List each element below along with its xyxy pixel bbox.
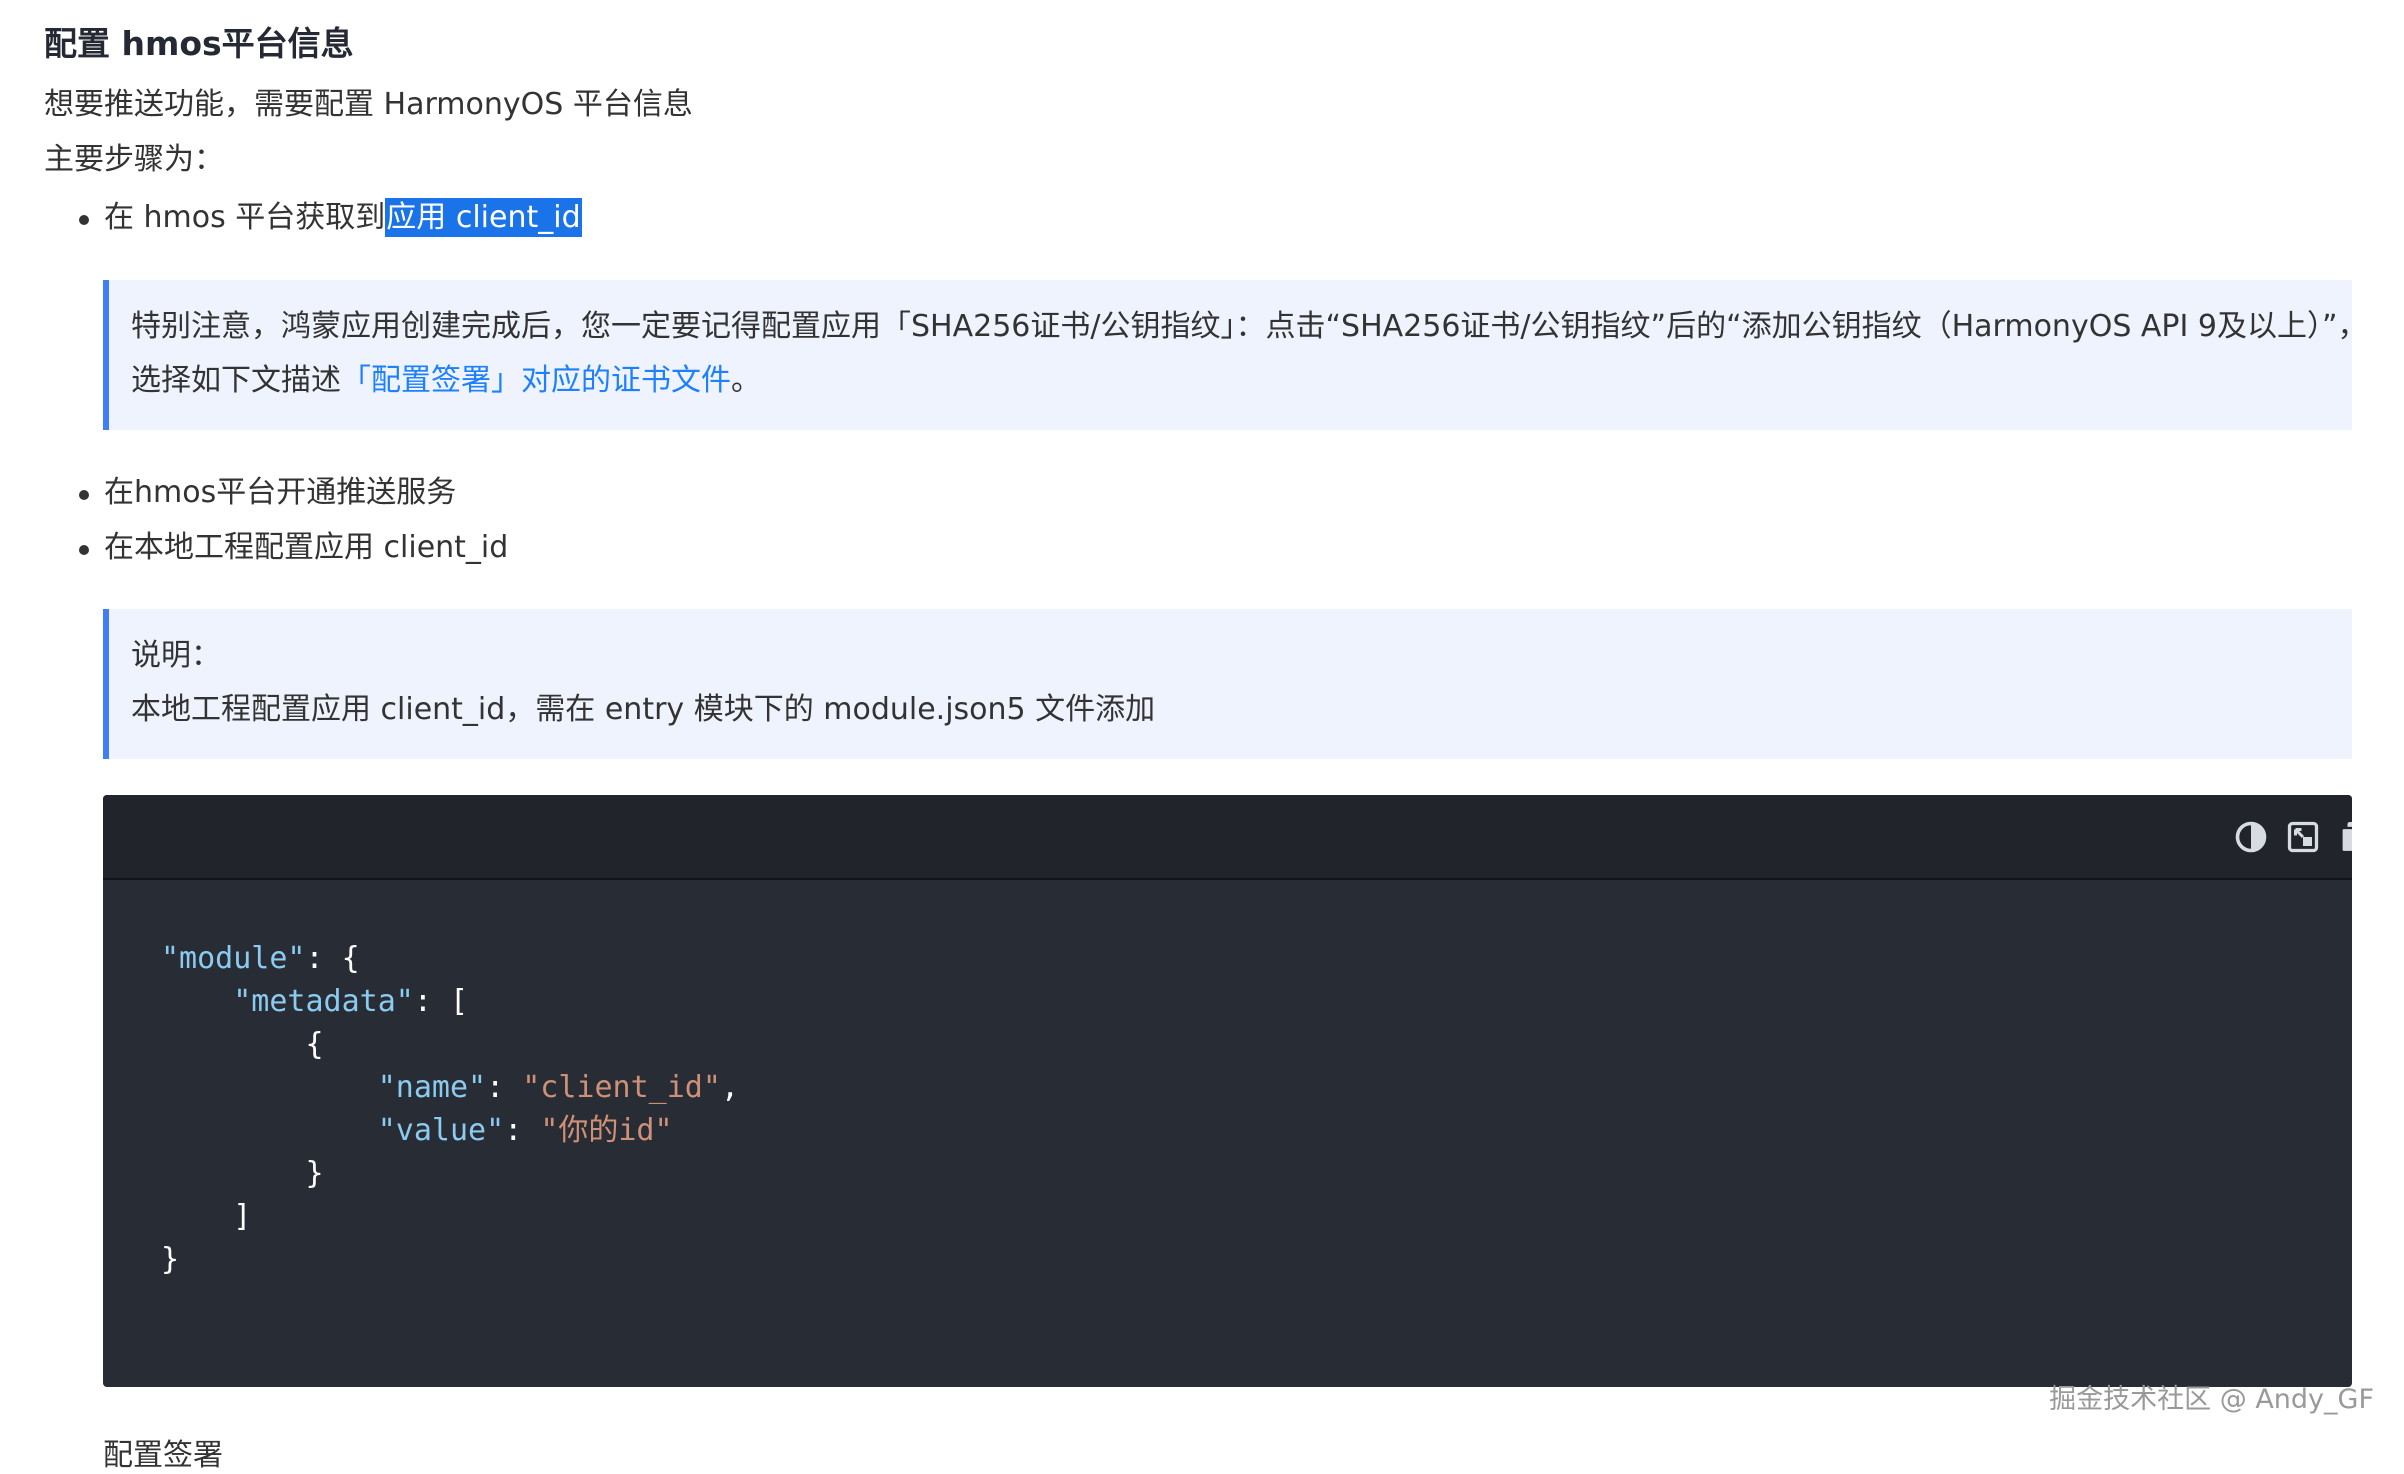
bullet-dot bbox=[79, 545, 89, 555]
info-title: 说明： bbox=[131, 638, 221, 673]
list-item-3: 在本地工程配置应用 client_id bbox=[104, 530, 509, 565]
code-line: } bbox=[305, 1156, 324, 1191]
theme-toggle-icon[interactable] bbox=[2233, 819, 2269, 855]
code-line: "module": { bbox=[161, 941, 360, 976]
bullet-dot bbox=[79, 490, 89, 500]
article-page: 配置 hmos平台信息 想要推送功能，需要配置 HarmonyOS 平台信息 主… bbox=[0, 0, 2404, 1473]
note-line-2-suffix: 。 bbox=[731, 363, 761, 398]
sign-config-link[interactable]: 「配置签署」对应的证书文件 bbox=[341, 363, 731, 398]
code-line: } bbox=[161, 1242, 180, 1277]
next-heading-partial: 配置签署 bbox=[103, 1438, 223, 1473]
copy-icon[interactable] bbox=[2337, 819, 2352, 855]
code-line: "metadata": [ bbox=[233, 984, 469, 1019]
code-line: ] bbox=[233, 1199, 252, 1234]
info-text: 本地工程配置应用 client_id，需在 entry 模块下的 module.… bbox=[131, 692, 1156, 727]
steps-label: 主要步骤为： bbox=[44, 142, 224, 177]
code-line: "value": "你的id" bbox=[377, 1113, 673, 1148]
list-item-1: 在 hmos 平台获取到应用 client_id bbox=[104, 196, 582, 240]
code-line: { bbox=[305, 1027, 324, 1062]
note-line-2-prefix: 选择如下文描述 bbox=[131, 363, 341, 398]
code-line: "name": "client_id", bbox=[377, 1070, 739, 1105]
selected-text[interactable]: 应用 client_id bbox=[385, 198, 582, 237]
section-heading: 配置 hmos平台信息 bbox=[44, 24, 354, 63]
watermark: 掘金技术社区 @ Andy_GF bbox=[2049, 1384, 2374, 1415]
bullet-dot bbox=[79, 215, 89, 225]
list-item-2: 在hmos平台开通推送服务 bbox=[104, 475, 457, 510]
info-callout: 说明： 本地工程配置应用 client_id，需在 entry 模块下的 mod… bbox=[103, 609, 2352, 759]
code-content: "module": { "metadata": [ { "name": "cli… bbox=[161, 937, 739, 1281]
code-block: "module": { "metadata": [ { "name": "cli… bbox=[103, 795, 2352, 1387]
list-item-1-text: 在 hmos 平台获取到 bbox=[104, 200, 386, 235]
intro-text: 想要推送功能，需要配置 HarmonyOS 平台信息 bbox=[44, 87, 693, 122]
note-callout: 特别注意，鸿蒙应用创建完成后，您一定要记得配置应用「SHA256证书/公钥指纹」… bbox=[103, 280, 2368, 430]
fullscreen-icon[interactable] bbox=[2285, 819, 2321, 855]
note-line-1: 特别注意，鸿蒙应用创建完成后，您一定要记得配置应用「SHA256证书/公钥指纹」… bbox=[131, 309, 2368, 344]
code-toolbar bbox=[103, 795, 2352, 880]
note-line-2: 选择如下文描述「配置签署」对应的证书文件。 bbox=[131, 354, 2352, 408]
